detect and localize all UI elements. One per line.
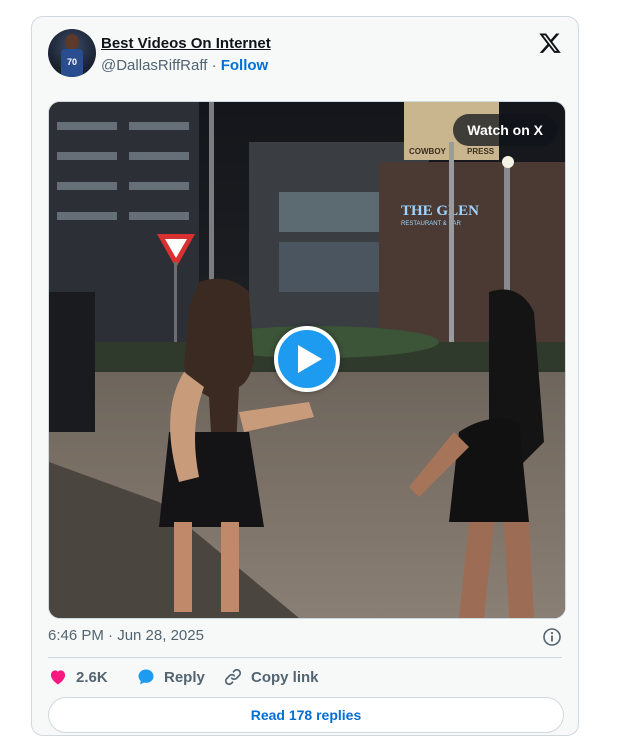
play-button[interactable]	[274, 326, 340, 392]
info-icon[interactable]	[542, 627, 562, 647]
watch-on-x-button[interactable]: Watch on X	[453, 114, 557, 146]
speech-bubble-icon	[138, 669, 154, 685]
play-icon	[298, 345, 322, 373]
avatar-jersey: 70	[61, 49, 83, 77]
x-logo-icon[interactable]	[538, 31, 562, 55]
read-replies-button[interactable]: Read 178 replies	[48, 697, 564, 733]
tweet-actions: 2.6K Reply Copy link	[48, 665, 548, 689]
divider	[48, 657, 562, 658]
reply-label: Reply	[164, 668, 205, 686]
reply-button[interactable]: Reply	[136, 665, 205, 689]
handle-separator: ·	[211, 57, 217, 74]
video-player[interactable]: THE GLEN RESTAURANT & BAR COWBOY PRESS W…	[48, 101, 566, 619]
like-button[interactable]: 2.6K	[48, 665, 108, 689]
author-handle-line: @DallasRiffRaff · Follow	[101, 57, 268, 74]
timestamp-row: 6:46 PM · Jun 28, 2025	[48, 627, 562, 649]
copy-link-button[interactable]: Copy link	[223, 665, 319, 689]
banner-right: PRESS	[467, 147, 495, 156]
tweet-header: 70 Best Videos On Internet @DallasRiffRa…	[48, 29, 562, 79]
follow-button[interactable]: Follow	[221, 57, 269, 74]
author-name[interactable]: Best Videos On Internet	[101, 35, 271, 52]
copy-link-label: Copy link	[251, 668, 319, 686]
tweet-card: 70 Best Videos On Internet @DallasRiffRa…	[31, 16, 579, 736]
author-handle[interactable]: @DallasRiffRaff	[101, 57, 207, 74]
tweet-timestamp[interactable]: 6:46 PM · Jun 28, 2025	[48, 627, 204, 644]
store-sign: THE GLEN	[401, 203, 479, 219]
heart-icon	[50, 670, 66, 685]
author-avatar[interactable]: 70	[48, 29, 96, 77]
banner-left: COWBOY	[409, 147, 447, 156]
link-icon	[224, 668, 242, 686]
like-count: 2.6K	[76, 668, 108, 686]
avatar-head	[65, 34, 79, 50]
